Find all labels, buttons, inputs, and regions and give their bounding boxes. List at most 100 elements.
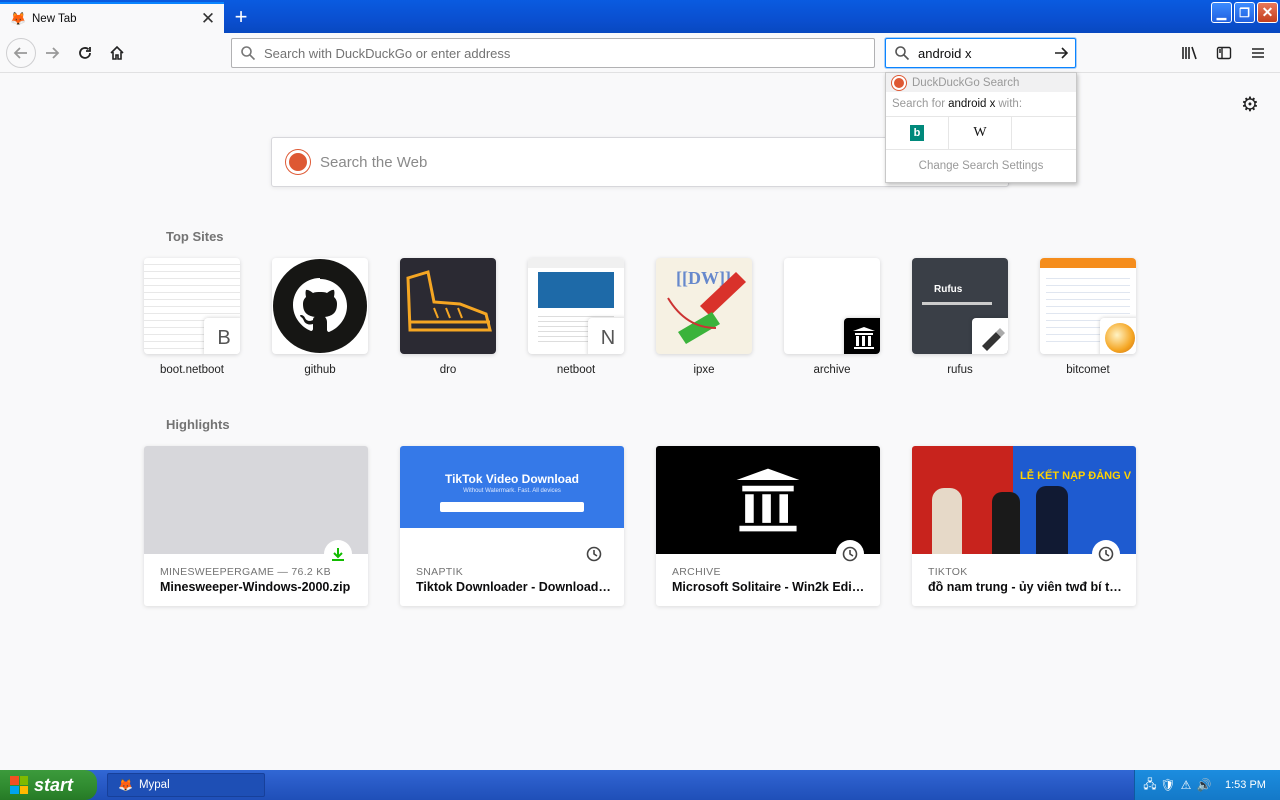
highlight-card[interactable]: TikTok Video Download Without Watermark.… [400, 446, 624, 606]
thumb-header [528, 258, 624, 268]
library-button[interactable] [1176, 39, 1204, 67]
github-icon [272, 258, 368, 354]
shield-icon[interactable]: 🛡 [1160, 778, 1175, 792]
archive-building-icon [853, 327, 875, 349]
top-site-tile[interactable]: bitcomet [1040, 258, 1136, 376]
thumb-title: TikTok Video Download [444, 472, 579, 486]
top-site-tile[interactable]: github [272, 258, 368, 376]
sidebar-button[interactable] [1210, 39, 1238, 67]
thumb-banner [538, 272, 614, 308]
search-go-button[interactable] [1047, 45, 1075, 61]
highlight-meta: MINESWEEPERGAME — 76.2 KB [160, 566, 331, 578]
site-label: ipxe [693, 364, 715, 376]
close-tab-icon[interactable]: ✕ [198, 9, 218, 29]
usb-icon [982, 328, 1005, 351]
back-button[interactable] [6, 38, 36, 68]
mypal-icon: 🦊 [118, 778, 133, 792]
wikipedia-icon: W [973, 125, 987, 140]
menu-button[interactable] [1244, 39, 1272, 67]
taskbar-item-label: Mypal [138, 779, 170, 791]
forward-button[interactable] [38, 39, 66, 67]
top-site-tile[interactable]: B boot.netboot [144, 258, 240, 376]
shoe-icon [406, 270, 492, 332]
site-label: github [304, 364, 336, 376]
top-sites-title: Top Sites [166, 229, 224, 244]
search-bar[interactable]: android x [885, 38, 1076, 68]
highlight-title: đồ nam trung - ủy viên twđ bí thư [928, 580, 1124, 594]
thumb-person [1036, 486, 1068, 554]
search-icon [895, 46, 910, 61]
highlight-card[interactable]: MINESWEEPERGAME — 76.2 KB Minesweeper-Wi… [144, 446, 368, 606]
forward-arrow-icon [46, 47, 60, 59]
reload-button[interactable] [71, 39, 99, 67]
site-thumbnail: Rufus [912, 258, 1008, 354]
sidebar-icon [1216, 46, 1232, 60]
history-clock-icon [1098, 546, 1114, 562]
search-for-prefix: Search for [892, 98, 946, 110]
highlight-card[interactable]: LỄ KẾT NẠP ĐẢNG V TIKTOK đồ nam trung - … [912, 446, 1136, 606]
top-site-tile[interactable]: archive [784, 258, 880, 376]
site-thumbnail [1040, 258, 1136, 354]
wikipedia-engine-button[interactable]: W [949, 117, 1012, 149]
bing-engine-button[interactable]: b [886, 117, 949, 149]
site-thumbnail [784, 258, 880, 354]
thumb-line [922, 302, 992, 305]
home-icon [110, 45, 124, 60]
back-arrow-icon [13, 47, 27, 59]
highlight-thumbnail: TikTok Video Download Without Watermark.… [400, 446, 624, 554]
top-site-tile[interactable]: Rufus rufus [912, 258, 1008, 376]
duckduckgo-icon [892, 75, 906, 90]
site-badge: N [588, 318, 624, 354]
site-label: rufus [947, 364, 973, 376]
home-button[interactable] [103, 39, 131, 67]
reload-icon [79, 47, 91, 59]
security-alert-icon[interactable]: ⚠ [1179, 778, 1193, 792]
address-bar[interactable] [231, 38, 875, 68]
tab-new-tab[interactable]: 🦊 New Tab ✕ [0, 2, 224, 33]
arrow-right-icon [1055, 47, 1069, 59]
taskbar-item-mypal[interactable]: 🦊 Mypal [107, 773, 265, 797]
highlight-card[interactable]: ARCHIVE Microsoft Solitaire - Win2k Edit… [656, 446, 880, 606]
popup-engine-title: DuckDuckGo Search [912, 76, 1020, 89]
taskbar: start 🦊 Mypal 🖧 🛡 ⚠ 🔊 1:53 PM [0, 770, 1280, 800]
volume-icon[interactable]: 🔊 [1197, 778, 1212, 792]
site-thumbnail: [[DW]] [656, 258, 752, 354]
site-label: dro [439, 364, 457, 376]
bing-icon: b [910, 125, 924, 141]
bitcomet-icon [1100, 318, 1136, 354]
new-tab-button[interactable]: + [226, 3, 256, 31]
change-search-settings-button[interactable]: Change Search Settings [886, 150, 1076, 182]
search-bar-input[interactable]: android x [918, 46, 1047, 61]
clock-icon [1092, 540, 1120, 568]
site-label: archive [813, 364, 851, 376]
clock-icon [836, 540, 864, 568]
top-site-tile[interactable]: [[DW]] ipxe [656, 258, 752, 376]
top-site-tile[interactable]: dro [400, 258, 496, 376]
network-icon[interactable]: 🖧 [1143, 777, 1157, 792]
system-tray: 🖧 🛡 ⚠ 🔊 1:53 PM [1134, 770, 1280, 800]
highlights-title: Highlights [166, 417, 230, 432]
tab-title: New Tab [32, 12, 77, 25]
minimize-button[interactable]: ▁ [1211, 2, 1232, 23]
customize-gear-icon[interactable]: ⚙ [1240, 94, 1260, 116]
thumb-input [440, 502, 584, 512]
history-clock-icon [586, 546, 602, 562]
site-thumbnail [400, 258, 496, 354]
address-input[interactable] [264, 45, 874, 61]
highlight-thumbnail [656, 446, 880, 554]
close-window-button[interactable]: ✕ [1257, 2, 1278, 23]
start-button[interactable]: start [0, 770, 97, 800]
popup-search-for: Search for android x with: [886, 92, 1076, 116]
highlight-thumbnail [144, 446, 368, 554]
thumb-banner-text: LỄ KẾT NẠP ĐẢNG V [1020, 470, 1132, 482]
archive-building-icon [736, 468, 800, 532]
bitcomet-logo-icon [1105, 323, 1135, 353]
top-site-tile[interactable]: N netboot [528, 258, 624, 376]
site-thumbnail: B [144, 258, 240, 354]
search-for-suffix: with: [998, 98, 1023, 110]
search-for-query: android x [948, 98, 996, 110]
site-label: boot.netboot [160, 364, 224, 376]
window-controls: ▁ ❐ ✕ [1211, 2, 1278, 23]
toolbar-right [1176, 39, 1272, 67]
restore-button[interactable]: ❐ [1234, 2, 1255, 23]
